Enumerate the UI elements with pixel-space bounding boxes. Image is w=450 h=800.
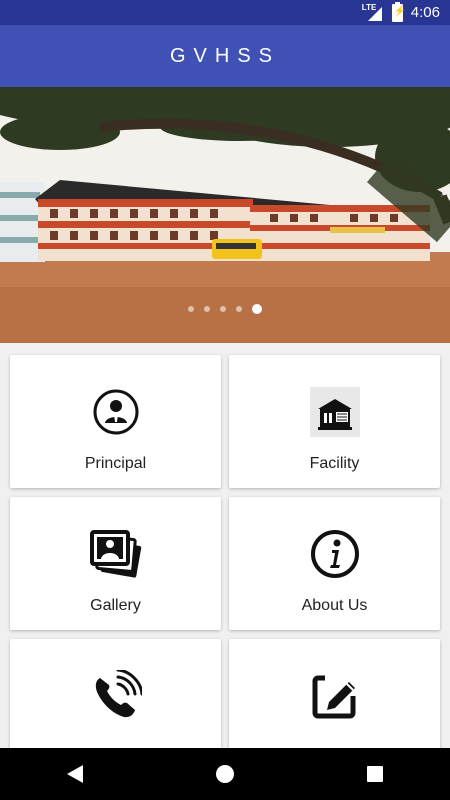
app-bar: GVHSS bbox=[0, 25, 450, 87]
battery-icon: ⚡ bbox=[391, 1, 406, 22]
facility-card[interactable]: Facility bbox=[229, 355, 440, 488]
school-banner-carousel[interactable] bbox=[0, 87, 450, 343]
carousel-dot[interactable] bbox=[220, 306, 226, 312]
phone-call-icon bbox=[89, 669, 143, 723]
principal-card[interactable]: Principal bbox=[10, 355, 221, 488]
about-us-label: About Us bbox=[301, 597, 368, 614]
school-building-icon bbox=[308, 385, 362, 439]
back-button[interactable] bbox=[55, 754, 95, 794]
carousel-indicators bbox=[0, 304, 450, 314]
home-circle-icon bbox=[216, 765, 234, 783]
carousel-dot[interactable] bbox=[188, 306, 194, 312]
about-us-card[interactable]: About Us bbox=[229, 497, 440, 630]
home-button[interactable] bbox=[205, 754, 245, 794]
principal-label: Principal bbox=[84, 455, 147, 472]
lte-signal-icon: LTE bbox=[362, 3, 384, 23]
principal-person-icon bbox=[89, 385, 143, 439]
carousel-dot[interactable] bbox=[236, 306, 242, 312]
carousel-dot-active[interactable] bbox=[252, 304, 262, 314]
recents-button[interactable] bbox=[355, 754, 395, 794]
edit-note-icon bbox=[308, 669, 362, 723]
clock: 4:06 bbox=[410, 4, 440, 21]
info-icon bbox=[308, 527, 362, 581]
facility-label: Facility bbox=[309, 455, 360, 472]
app-title: GVHSS bbox=[169, 44, 281, 67]
gallery-label: Gallery bbox=[90, 597, 141, 614]
carousel-dot[interactable] bbox=[204, 306, 210, 312]
back-triangle-icon bbox=[67, 765, 83, 783]
system-navigation-bar bbox=[0, 748, 450, 800]
recents-square-icon bbox=[367, 766, 383, 782]
photo-gallery-icon bbox=[89, 527, 143, 581]
status-bar: LTE ⚡ 4:06 bbox=[0, 0, 450, 25]
gallery-card[interactable]: Gallery bbox=[10, 497, 221, 630]
